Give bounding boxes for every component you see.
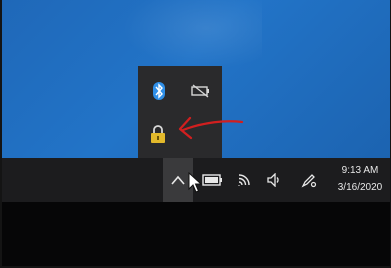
taskbar-clock[interactable]: 9:13 AM 3/16/2020 xyxy=(332,162,388,196)
screen-glare xyxy=(122,0,262,70)
monitor-photo: 9:13 AM 3/16/2020 xyxy=(2,0,390,266)
volume-icon[interactable] xyxy=(264,170,286,190)
clock-date: 3/16/2020 xyxy=(337,182,383,193)
red-arrow-annotation xyxy=(178,116,244,140)
vpn-lock-icon[interactable] xyxy=(146,122,170,146)
battery-unplugged-icon[interactable] xyxy=(188,80,214,102)
chevron-up-icon xyxy=(169,172,187,188)
monitor-bezel xyxy=(2,202,390,266)
clock-time: 9:13 AM xyxy=(341,165,379,176)
taskbar: 9:13 AM 3/16/2020 xyxy=(2,158,390,202)
pen-workspace-icon[interactable] xyxy=(298,170,320,190)
battery-icon[interactable] xyxy=(200,170,226,190)
bluetooth-icon[interactable] xyxy=(148,80,170,102)
wifi-icon[interactable] xyxy=(234,170,256,190)
